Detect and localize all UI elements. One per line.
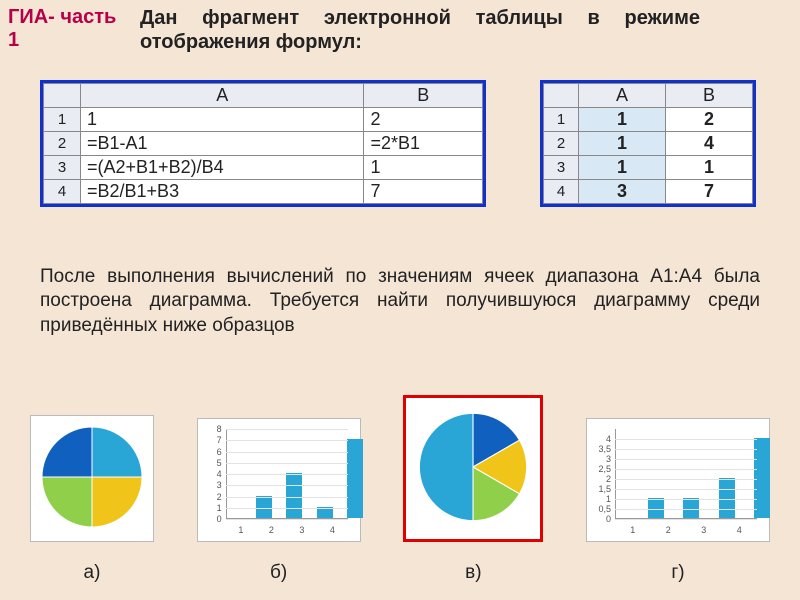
y-tick-label: 4 [204, 469, 222, 479]
x-tick-label: 2 [666, 525, 671, 535]
y-tick-label: 7 [204, 435, 222, 445]
row-header: 3 [44, 156, 81, 180]
slide-heading: Дан фрагмент электронной таблицы в режим… [140, 6, 700, 54]
option-b-label: б) [270, 562, 287, 584]
bar [754, 438, 770, 518]
cell-A2: 1 [579, 132, 666, 156]
bar [286, 473, 302, 518]
cell-A2: =B1-A1 [81, 132, 364, 156]
corner-cell [544, 84, 579, 108]
y-tick-label: 2,5 [593, 464, 611, 474]
spreadsheet-formula-view: AB1122=B1-A1=2*B13=(A2+B1+B2)/B414=B2/B1… [40, 80, 486, 207]
col-header-B: B [364, 84, 483, 108]
cell-A4: 3 [579, 180, 666, 204]
bar [719, 478, 735, 518]
cell-B2: =2*B1 [364, 132, 483, 156]
x-tick-label: 1 [238, 525, 243, 535]
chart-pie-c-correct [403, 395, 543, 542]
row-header: 4 [44, 180, 81, 204]
x-tick-label: 1 [630, 525, 635, 535]
row-header: 1 [544, 108, 579, 132]
y-tick-label: 6 [204, 447, 222, 457]
corner-cell [44, 84, 81, 108]
y-tick-label: 2 [593, 474, 611, 484]
chart-bar-d: 00,511,522,533,541234 [586, 418, 770, 542]
option-c-label: в) [465, 562, 481, 584]
y-tick-label: 8 [204, 424, 222, 434]
y-tick-label: 2 [204, 492, 222, 502]
row-header: 4 [544, 180, 579, 204]
y-tick-label: 3,5 [593, 444, 611, 454]
cell-B2: 4 [666, 132, 753, 156]
pie-slice [42, 477, 92, 527]
cell-B1: 2 [666, 108, 753, 132]
chart-pie-a [30, 415, 154, 542]
y-tick-label: 5 [204, 458, 222, 468]
option-c: в) [403, 395, 543, 584]
slide-section-label: ГИА- часть 1 [8, 6, 116, 52]
y-tick-label: 1 [204, 503, 222, 513]
x-tick-label: 4 [737, 525, 742, 535]
y-tick-label: 1,5 [593, 484, 611, 494]
bar [256, 496, 272, 519]
chart-bar-b: 0123456781234 [197, 418, 361, 542]
option-a: а) [30, 415, 154, 584]
cell-A1: 1 [579, 108, 666, 132]
cell-A3: =(A2+B1+B2)/B4 [81, 156, 364, 180]
y-tick-label: 0 [204, 514, 222, 524]
row-header: 3 [544, 156, 579, 180]
x-tick-label: 2 [269, 525, 274, 535]
row-header: 1 [44, 108, 81, 132]
y-tick-label: 0,5 [593, 504, 611, 514]
cell-B1: 2 [364, 108, 483, 132]
row-header: 2 [44, 132, 81, 156]
cell-A1: 1 [81, 108, 364, 132]
pie-slice [92, 477, 142, 527]
x-tick-label: 3 [299, 525, 304, 535]
cell-A4: =B2/B1+B3 [81, 180, 364, 204]
y-tick-label: 1 [593, 494, 611, 504]
bar [683, 498, 699, 518]
col-header-A: A [579, 84, 666, 108]
x-tick-label: 3 [701, 525, 706, 535]
y-tick-label: 0 [593, 514, 611, 524]
pie-slice [420, 413, 474, 520]
answer-options-row: а) 0123456781234 б) в) 00,511,522,533,54… [30, 395, 770, 584]
col-header-A: A [81, 84, 364, 108]
cell-A3: 1 [579, 156, 666, 180]
task-paragraph: После выполнения вычислений по значениям… [40, 265, 760, 338]
bar [648, 498, 664, 518]
cell-B3: 1 [666, 156, 753, 180]
cell-B4: 7 [666, 180, 753, 204]
y-tick-label: 3 [204, 480, 222, 490]
x-tick-label: 4 [330, 525, 335, 535]
pie-slice [92, 427, 142, 477]
cell-B3: 1 [364, 156, 483, 180]
option-b: 0123456781234 б) [197, 418, 361, 584]
y-tick-label: 3 [593, 454, 611, 464]
option-d-label: г) [671, 562, 684, 584]
spreadsheet-values-view: AB112214311437 [540, 80, 756, 207]
pie-slice [42, 427, 92, 477]
col-header-B: B [666, 84, 753, 108]
row-header: 2 [544, 132, 579, 156]
option-a-label: а) [84, 562, 101, 584]
option-d: 00,511,522,533,541234 г) [586, 418, 770, 584]
y-tick-label: 4 [593, 434, 611, 444]
bar [347, 439, 363, 518]
cell-B4: 7 [364, 180, 483, 204]
